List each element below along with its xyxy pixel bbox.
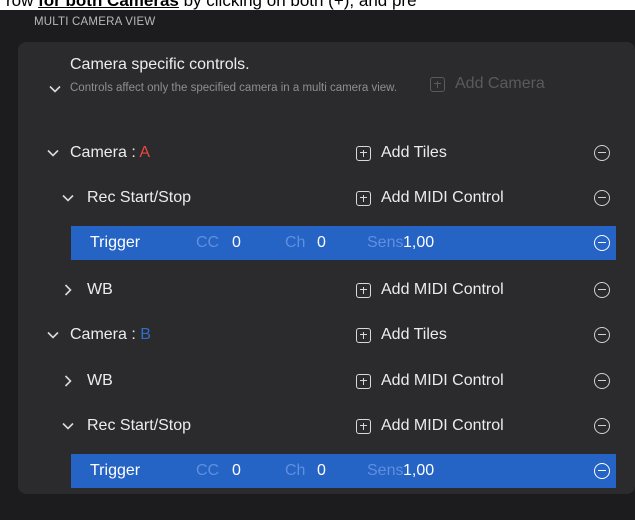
ch-value[interactable]: 0 (317, 234, 326, 252)
plus-square-icon (356, 145, 371, 161)
plus-square-icon (356, 418, 371, 434)
instruction-text: row for both Cameras by clicking on both… (6, 0, 417, 10)
camera-a-letter: A (139, 144, 151, 161)
camera-b-row[interactable]: Camera : B Add Tiles (18, 313, 635, 357)
add-tiles-button[interactable]: Add Tiles (356, 326, 447, 344)
camera-b-letter: B (140, 326, 151, 343)
remove-circle-icon[interactable] (594, 327, 610, 343)
chevron-down-icon[interactable] (46, 328, 60, 342)
add-midi-control-button[interactable]: Add MIDI Control (356, 372, 504, 390)
add-tiles-label: Add Tiles (381, 144, 447, 161)
remove-circle-icon[interactable] (594, 282, 610, 298)
camera-a-row[interactable]: Camera : A Add Tiles (18, 131, 635, 175)
plus-square-icon (356, 327, 371, 343)
chevron-right-icon[interactable] (61, 374, 75, 388)
remove-circle-icon[interactable] (594, 235, 610, 251)
rec-start-stop-row[interactable]: Rec Start/Stop Add MIDI Control (18, 404, 635, 448)
multi-camera-panel: Camera specific controls. Controls affec… (18, 42, 635, 494)
chevron-down-icon[interactable] (61, 419, 75, 433)
cc-value[interactable]: 0 (232, 234, 241, 252)
cc-label: CC (196, 462, 220, 479)
add-midi-control-label: Add MIDI Control (381, 281, 504, 298)
remove-circle-icon[interactable] (594, 418, 610, 434)
add-midi-control-label: Add MIDI Control (381, 189, 504, 206)
add-midi-control-label: Add MIDI Control (381, 417, 504, 434)
chevron-right-icon[interactable] (61, 283, 75, 297)
ch-label: Ch (285, 462, 306, 479)
add-midi-control-button[interactable]: Add MIDI Control (356, 189, 504, 207)
cc-value[interactable]: 0 (232, 462, 241, 480)
rec-start-stop-label: Rec Start/Stop (87, 189, 192, 206)
remove-circle-icon[interactable] (594, 145, 610, 161)
plus-square-icon (356, 373, 371, 389)
trigger-row[interactable]: Trigger CC 0 Ch 0 Sens 1,00 (71, 454, 616, 488)
remove-circle-icon[interactable] (594, 373, 610, 389)
sens-label: Sens (367, 234, 404, 251)
chevron-down-icon[interactable] (46, 146, 60, 160)
sens-value[interactable]: 1,00 (403, 462, 434, 480)
wb-row[interactable]: WB Add MIDI Control (18, 359, 635, 403)
add-camera-button[interactable]: Add Camera (430, 75, 545, 93)
wb-label: WB (87, 372, 113, 389)
instruction-banner: row for both Cameras by clicking on both… (0, 0, 635, 10)
add-midi-control-button[interactable]: Add MIDI Control (356, 417, 504, 435)
plus-square-icon (356, 190, 371, 206)
wb-label: WB (87, 281, 113, 298)
remove-circle-icon[interactable] (594, 463, 610, 479)
sens-value[interactable]: 1,00 (403, 234, 434, 252)
rec-start-stop-label: Rec Start/Stop (87, 417, 192, 434)
add-tiles-button[interactable]: Add Tiles (356, 144, 447, 162)
ch-value[interactable]: 0 (317, 462, 326, 480)
camera-b-label: Camera : B (70, 326, 151, 343)
chevron-down-icon[interactable] (61, 191, 75, 205)
add-tiles-label: Add Tiles (381, 326, 447, 343)
trigger-row[interactable]: Trigger CC 0 Ch 0 Sens 1,00 (71, 226, 616, 260)
add-midi-control-label: Add MIDI Control (381, 372, 504, 389)
camera-a-label: Camera : A (70, 144, 151, 161)
ch-label: Ch (285, 234, 306, 251)
add-midi-control-button[interactable]: Add MIDI Control (356, 281, 504, 299)
camera-specific-description: Controls affect only the specified camer… (70, 82, 398, 94)
trigger-label: Trigger (90, 462, 141, 479)
section-header: MULTI CAMERA VIEW (34, 16, 156, 28)
cc-label: CC (196, 234, 220, 251)
camera-specific-title: Camera specific controls. (70, 56, 250, 73)
sens-label: Sens (367, 462, 404, 479)
chevron-down-icon[interactable] (48, 82, 62, 96)
wb-row[interactable]: WB Add MIDI Control (18, 268, 635, 312)
trigger-label: Trigger (90, 234, 141, 251)
rec-start-stop-row[interactable]: Rec Start/Stop Add MIDI Control (18, 176, 635, 220)
plus-square-icon (356, 282, 371, 298)
remove-circle-icon[interactable] (594, 190, 610, 206)
add-camera-label: Add Camera (455, 75, 545, 92)
plus-square-icon (430, 76, 445, 92)
